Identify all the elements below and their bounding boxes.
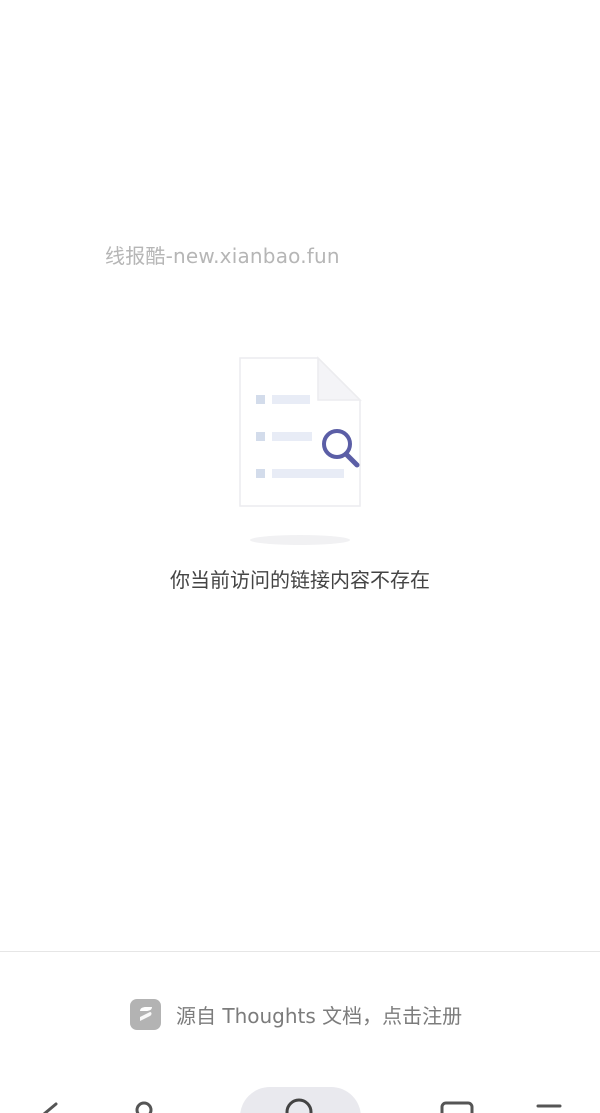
chevron-left-icon: [42, 1102, 58, 1113]
user-button[interactable]: [125, 1080, 165, 1113]
empty-state-message: 你当前访问的链接内容不存在: [170, 568, 430, 592]
footer-divider: [0, 951, 600, 952]
home-button[interactable]: [240, 1087, 361, 1113]
register-link[interactable]: 源自 Thoughts 文档，点击注册: [130, 998, 462, 1030]
search-icon: [285, 1098, 313, 1113]
menu-icon: [536, 1104, 562, 1108]
back-button[interactable]: [30, 1080, 70, 1113]
watermark-text: 线报酷-new.xianbao.fun: [105, 244, 340, 268]
thoughts-logo-icon: [130, 998, 161, 1030]
square-icon: [440, 1101, 474, 1113]
empty-state-illustration: [232, 350, 372, 550]
person-icon: [135, 1101, 153, 1113]
register-link-text: 源自 Thoughts 文档，点击注册: [176, 1003, 463, 1028]
document-search-icon: [239, 356, 362, 545]
menu-button[interactable]: [530, 1080, 570, 1113]
bottom-nav-bar: [0, 1080, 600, 1113]
tabs-button[interactable]: [438, 1080, 478, 1113]
